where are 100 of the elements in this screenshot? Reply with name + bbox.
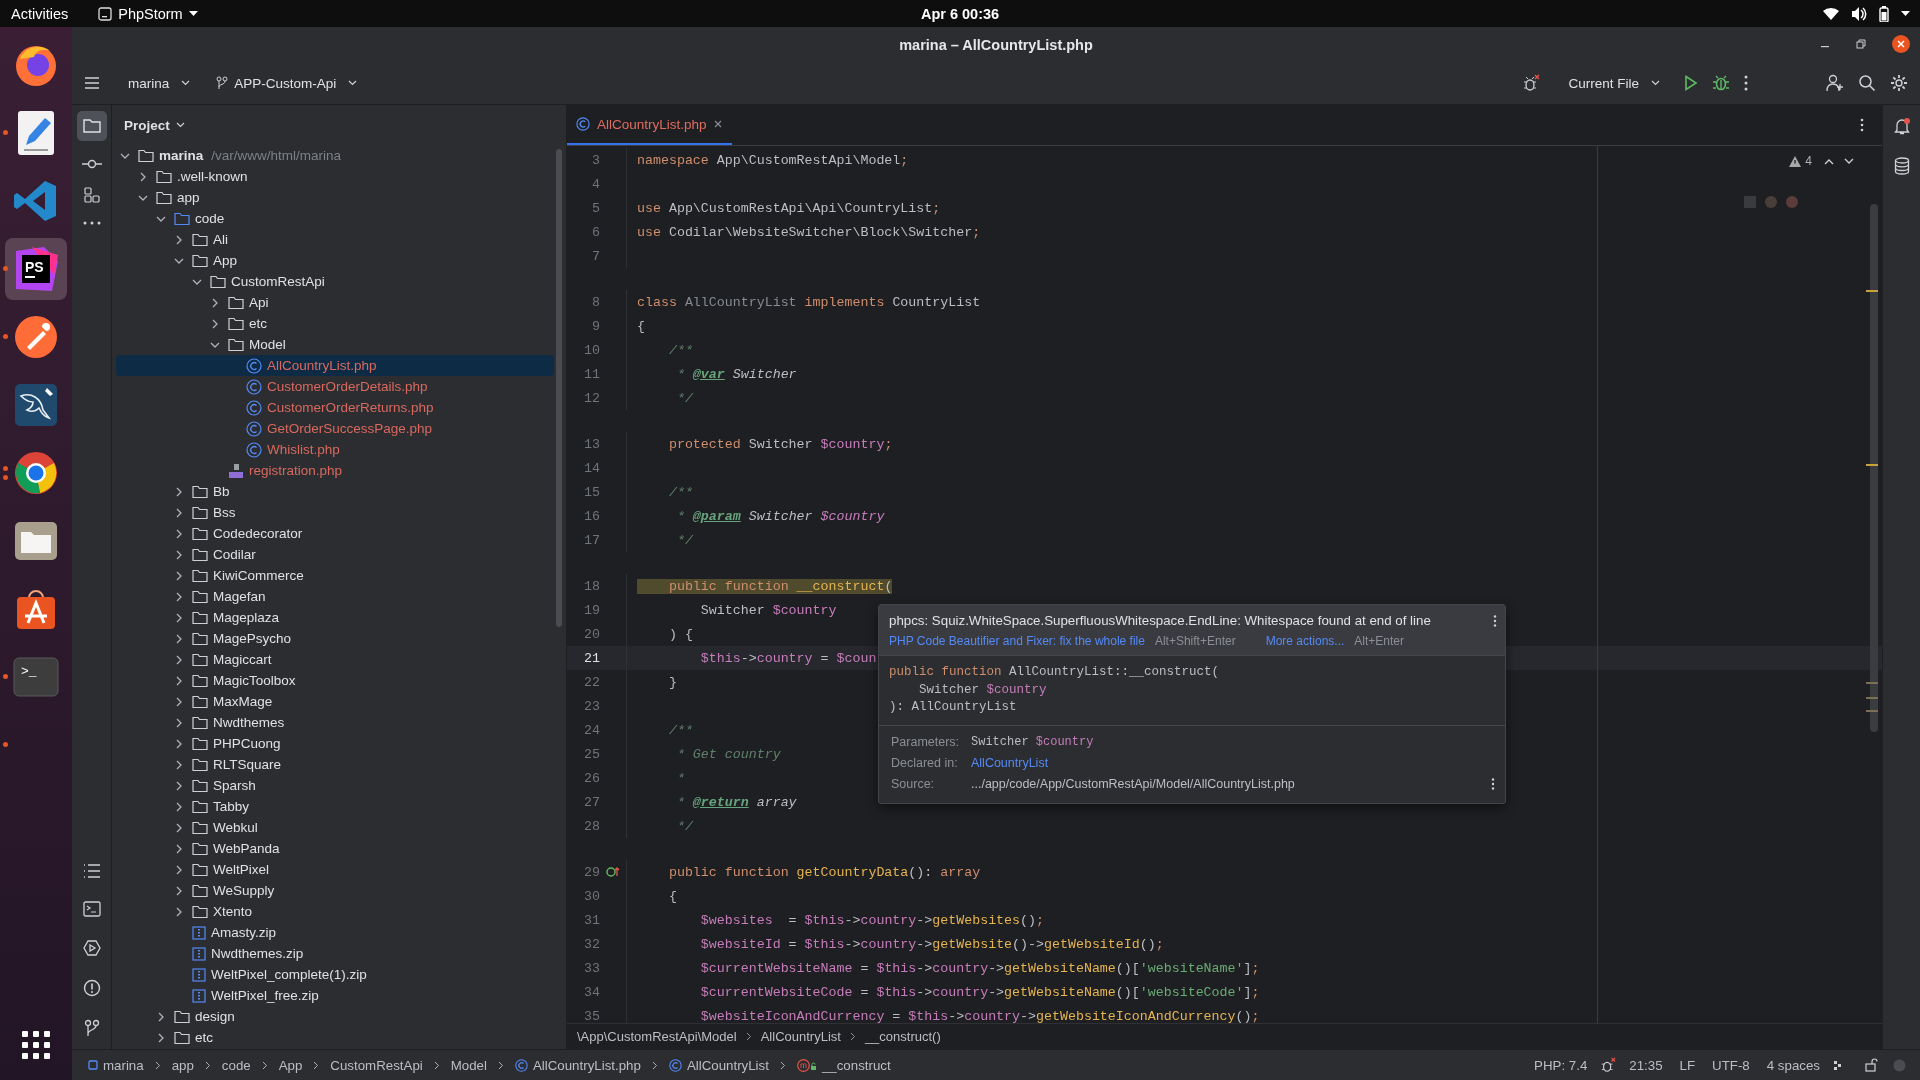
branch-dropdown[interactable]: APP-Custom-Api [210,71,364,95]
caret-down-icon[interactable] [1844,158,1854,165]
app-grid-icon[interactable] [21,1030,51,1060]
tree-item[interactable]: Codilar [116,544,554,565]
dock-item[interactable]: >_ [5,646,67,708]
breadcrumb-item[interactable]: CustomRestApi [328,1057,425,1073]
chevron-icon[interactable] [174,234,184,245]
breadcrumb-item[interactable]: AllCountryList [666,1057,771,1073]
tree-item[interactable]: Mageplaza [116,607,554,628]
tree-item[interactable]: WeltPixel_complete(1).zip [116,964,554,985]
chevron-icon[interactable] [174,633,184,644]
chevron-icon[interactable] [174,675,184,686]
chevron-icon[interactable] [174,591,184,602]
class-link[interactable]: AllCountryList [971,756,1049,770]
tree-item[interactable]: CustomerOrderDetails.php [116,376,554,397]
problems-icon[interactable] [82,979,101,997]
settings-icon[interactable] [1890,74,1908,92]
file-encoding[interactable]: UTF-8 [1708,1057,1754,1073]
tree-item[interactable]: AllCountryList.php [116,355,554,376]
more-icon[interactable] [1493,614,1497,627]
add-user-icon[interactable] [1826,74,1844,92]
branch-icon[interactable] [83,1019,100,1037]
tree-item[interactable]: WeltPixel_free.zip [116,985,554,1006]
chevron-icon[interactable] [174,549,184,560]
caret-up-icon[interactable] [1824,158,1834,165]
breadcrumb-item[interactable]: AllCountryList [760,1029,841,1044]
breadcrumb-item[interactable]: App [276,1057,305,1073]
lock-icon[interactable] [1865,1058,1878,1072]
tree-item[interactable]: MagePsycho [116,628,554,649]
chevron-icon[interactable] [174,780,184,791]
problems-indicator[interactable]: 4 [1789,154,1812,168]
editor-tab[interactable]: AllCountryList.php [567,105,732,145]
run-config-dropdown[interactable]: Current File [1562,71,1666,95]
tree-item[interactable]: MaxMage [116,691,554,712]
tree-item[interactable]: Whislist.php [116,439,554,460]
php-version[interactable]: PHP: 7.4 [1530,1057,1592,1073]
dock-item[interactable]: PS [5,238,67,300]
workspace-dropdown[interactable]: marina [122,71,197,95]
run-icon[interactable] [82,939,101,957]
chevron-icon[interactable] [174,822,184,833]
breadcrumb-item[interactable]: __construct() [864,1029,941,1044]
chevron-icon[interactable] [174,528,184,539]
breadcrumb-item[interactable]: code [219,1057,253,1073]
tree-item[interactable]: Webkul [116,817,554,838]
tree-item[interactable]: Bb [116,481,554,502]
more-icon[interactable] [1744,75,1748,91]
list-icon[interactable] [82,863,101,879]
restore-icon[interactable] [1856,39,1866,49]
chevron-icon[interactable] [156,1011,166,1022]
tree-item[interactable]: GetOrderSuccessPage.php [116,418,554,439]
menu-icon[interactable] [84,76,100,90]
tree-item[interactable]: WeSupply [116,880,554,901]
tree-item[interactable]: Tabby [116,796,554,817]
tree-item[interactable]: Codedecorator [116,523,554,544]
commit-icon[interactable] [81,159,102,169]
more-icon[interactable] [1491,778,1495,790]
app-menu[interactable]: PhpStorm [98,5,198,22]
chevron-icon[interactable] [210,297,220,308]
tree-item[interactable]: Ali [116,229,554,250]
chevron-icon[interactable] [174,885,184,896]
tree-item[interactable]: Magefan [116,586,554,607]
breadcrumb-item[interactable]: \App\CustomRestApi\Model [577,1029,737,1044]
wifi-icon[interactable] [1823,7,1839,20]
search-icon[interactable] [1858,74,1876,92]
panel-title-dropdown[interactable]: Project [124,117,185,133]
breadcrumb-item[interactable]: Model [448,1057,489,1073]
tree-item[interactable]: marina /var/www/html/marina [116,145,554,166]
chevron-icon[interactable] [174,612,184,623]
implements-icon[interactable] [606,866,620,878]
activities-button[interactable]: Activities [11,5,69,22]
tree-item[interactable]: App [116,250,554,271]
tree-item[interactable]: RLTSquare [116,754,554,775]
chevron-icon[interactable] [174,843,184,854]
tree-item[interactable]: WebPanda [116,838,554,859]
caret-icon[interactable] [1901,10,1910,17]
tree-item[interactable]: PHPCuong [116,733,554,754]
breadcrumb-item[interactable]: app [169,1057,196,1073]
tree-item[interactable]: Bss [116,502,554,523]
tree-item[interactable]: Model [116,334,554,355]
tree-item[interactable]: etc [116,313,554,334]
chevron-icon[interactable] [174,801,184,812]
tree-item[interactable]: Amasty.zip [116,922,554,943]
database-icon[interactable] [1893,157,1910,175]
terminal-icon[interactable] [82,901,101,917]
indent-setting[interactable]: 4 spaces [1762,1057,1824,1073]
breadcrumb-item[interactable]: __construct [794,1057,893,1073]
chevron-icon[interactable] [174,486,184,497]
notification-icon[interactable] [1892,117,1911,135]
tree-item[interactable]: Api [116,292,554,313]
breadcrumb-item[interactable]: AllCountryList.php [512,1057,643,1073]
scrollbar-thumb[interactable] [1870,204,1878,732]
chevron-icon[interactable] [174,696,184,707]
more-icon[interactable] [1860,118,1864,132]
chevron-icon[interactable] [174,507,184,518]
tree-item[interactable]: Nwdthemes.zip [116,943,554,964]
line-ending[interactable]: LF [1675,1057,1700,1073]
chevron-icon[interactable] [174,906,184,917]
bug-icon[interactable] [1522,74,1541,92]
caret-position[interactable]: 21:35 [1625,1057,1667,1073]
chevron-icon[interactable] [174,654,184,665]
